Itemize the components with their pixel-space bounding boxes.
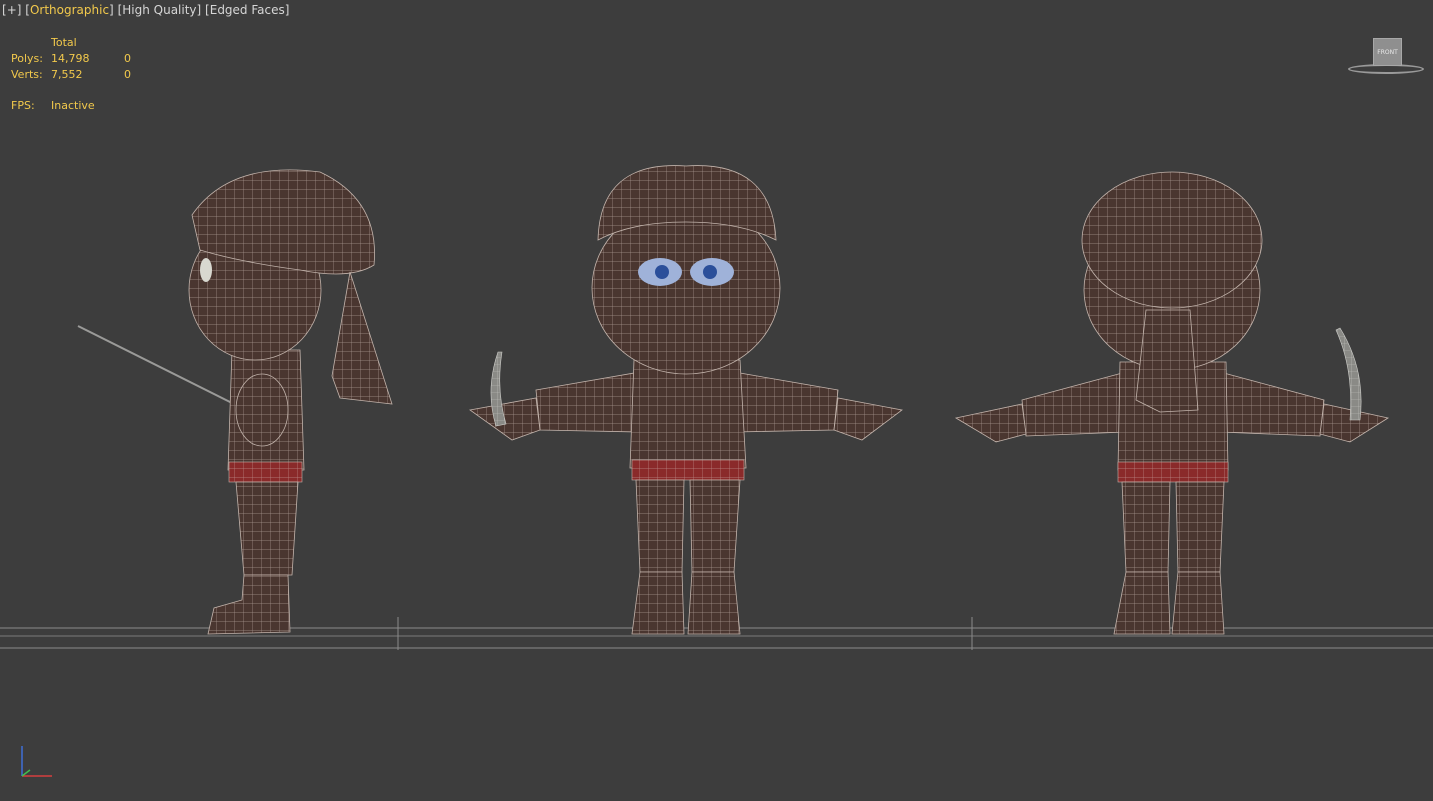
character-back-view[interactable] — [954, 171, 1390, 635]
character-side-view[interactable] — [77, 169, 393, 635]
scene-canvas[interactable] — [0, 0, 1433, 801]
viewport[interactable]: [+] [Orthographic] [High Quality] [Edged… — [0, 0, 1433, 801]
character-front-view[interactable] — [468, 165, 903, 635]
axis-tripod-icon — [21, 746, 52, 777]
